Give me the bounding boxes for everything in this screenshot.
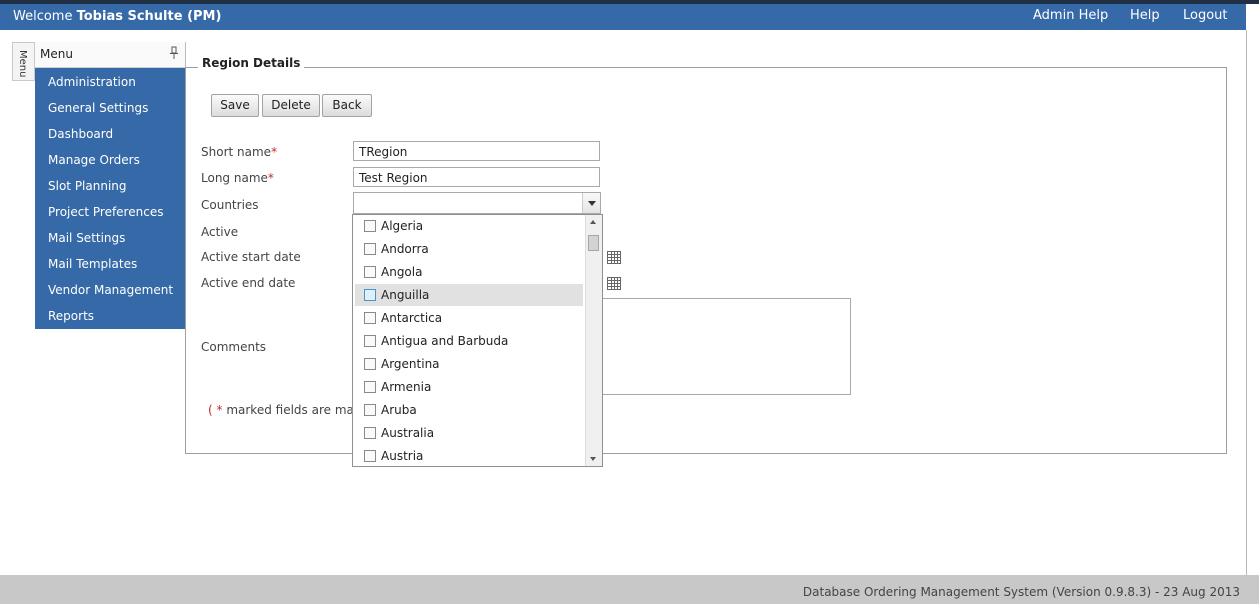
required-marker: * (271, 145, 278, 159)
menu-item-mail-settings[interactable]: Mail Settings (48, 231, 125, 245)
help-link[interactable]: Help (1130, 8, 1160, 23)
save-button[interactable]: Save (211, 94, 259, 117)
countries-dropdown-list[interactable]: Algeria Andorra Angola Anguilla Antarcti… (352, 214, 603, 467)
footer-version-text: Database Ordering Management System (Ver… (802, 585, 1240, 599)
logout-link[interactable]: Logout (1183, 8, 1228, 23)
menu-item-manage-orders[interactable]: Manage Orders (48, 153, 140, 167)
pin-icon[interactable] (169, 46, 179, 60)
country-option-armenia[interactable]: Armenia (355, 376, 583, 398)
menu-item-project-preferences[interactable]: Project Preferences (48, 205, 163, 219)
checkbox[interactable] (364, 289, 376, 301)
checkbox[interactable] (364, 450, 376, 462)
menu-item-dashboard[interactable]: Dashboard (48, 127, 113, 141)
country-option-anguilla[interactable]: Anguilla (355, 284, 583, 306)
comments-textarea[interactable] (600, 298, 851, 395)
country-option-angola[interactable]: Angola (355, 261, 583, 283)
country-option-algeria[interactable]: Algeria (355, 215, 583, 237)
country-option-aruba[interactable]: Aruba (355, 399, 583, 421)
welcome-text: Welcome Tobias Schulte (PM) (13, 9, 222, 24)
country-option-austria[interactable]: Austria (355, 445, 583, 466)
admin-help-link[interactable]: Admin Help (1033, 8, 1108, 23)
comments-label: Comments (201, 340, 267, 354)
country-option-antarctica[interactable]: Antarctica (355, 307, 583, 329)
dropdown-arrow-icon[interactable] (582, 193, 600, 213)
region-details-legend: Region Details (198, 56, 305, 70)
scroll-up-icon[interactable] (590, 220, 596, 224)
countries-select[interactable] (353, 192, 601, 214)
required-marker: * (267, 171, 274, 185)
checkbox[interactable] (364, 266, 376, 278)
menu-item-slot-planning[interactable]: Slot Planning (48, 179, 127, 193)
short-name-label: Short name* (201, 145, 278, 159)
country-option-andorra[interactable]: Andorra (355, 238, 583, 260)
short-name-input[interactable]: TRegion (353, 141, 600, 161)
checkbox[interactable] (364, 358, 376, 370)
back-button[interactable]: Back (322, 94, 372, 117)
scroll-down-icon[interactable] (590, 457, 596, 461)
app-footer: Database Ordering Management System (Ver… (0, 575, 1259, 604)
page-scrollbar-edge (1246, 30, 1259, 575)
menu-item-vendor-management[interactable]: Vendor Management (48, 283, 173, 297)
menu-item-reports[interactable]: Reports (48, 309, 94, 323)
menu-item-administration[interactable]: Administration (48, 75, 136, 89)
side-menu-title: Menu (40, 47, 73, 61)
country-option-australia[interactable]: Australia (355, 422, 583, 444)
calendar-icon[interactable] (607, 277, 621, 290)
checkbox[interactable] (364, 220, 376, 232)
country-option-argentina[interactable]: Argentina (355, 353, 583, 375)
region-details-fieldset (185, 67, 1227, 454)
checkbox[interactable] (364, 335, 376, 347)
side-menu: Menu Administration General Settings Das… (35, 42, 186, 329)
menu-item-mail-templates[interactable]: Mail Templates (48, 257, 137, 271)
active-start-date-label: Active start date (201, 250, 301, 264)
dropdown-scrollbar[interactable] (585, 215, 602, 466)
checkbox[interactable] (364, 404, 376, 416)
checkbox[interactable] (364, 243, 376, 255)
app-header: Welcome Tobias Schulte (PM) Admin Help H… (0, 4, 1246, 30)
scroll-thumb[interactable] (588, 235, 599, 251)
menu-item-general-settings[interactable]: General Settings (48, 101, 148, 115)
countries-label: Countries (201, 198, 259, 212)
user-name: Tobias Schulte (PM) (76, 9, 222, 24)
long-name-label: Long name* (201, 171, 274, 185)
active-end-date-label: Active end date (201, 276, 296, 290)
long-name-input[interactable]: Test Region (353, 167, 600, 187)
checkbox[interactable] (364, 427, 376, 439)
country-option-antigua-and-barbuda[interactable]: Antigua and Barbuda (355, 330, 583, 352)
active-label: Active (201, 225, 239, 239)
calendar-icon[interactable] (607, 251, 621, 264)
checkbox[interactable] (364, 381, 376, 393)
side-menu-header: Menu (35, 42, 185, 68)
delete-button[interactable]: Delete (262, 94, 320, 117)
checkbox[interactable] (364, 312, 376, 324)
menu-collapsed-tab[interactable]: Menu (12, 42, 35, 81)
